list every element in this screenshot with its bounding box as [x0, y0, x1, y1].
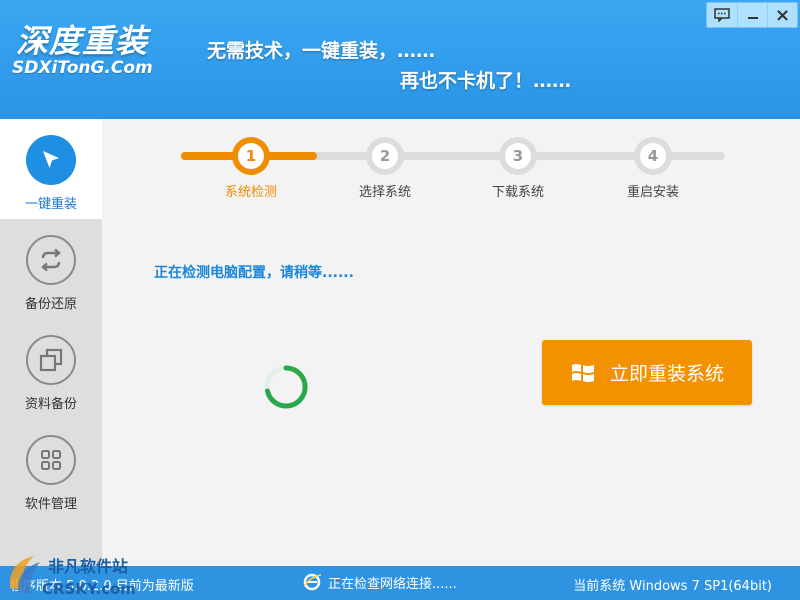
close-icon: ×: [774, 4, 791, 26]
step-restart-install: 4 重启安装: [593, 137, 713, 200]
close-button[interactable]: ×: [767, 3, 797, 27]
step-label: 重启安装: [626, 185, 679, 200]
status-bar: 程序版本 5.0.2.0 目前为最新版 正在检查网络连接...... 当前系统 …: [0, 566, 800, 600]
feedback-button[interactable]: [707, 3, 737, 27]
step-number: 1: [238, 143, 264, 169]
app-logo-subtitle: SDXiTonG.Com: [12, 58, 153, 78]
step-number: 4: [640, 143, 666, 169]
step-label: 选择系统: [358, 185, 411, 200]
step-system-check: 1 系统检测: [191, 137, 311, 200]
minimize-icon: [747, 17, 758, 19]
step-label: 系统检测: [224, 185, 277, 200]
step-circle: 1: [232, 137, 270, 175]
main-panel: 1 系统检测 2 选择系统 3 下载系统 4 重启安装 正在检测电脑配置，请稍等…: [102, 119, 800, 566]
sidebar-item-label: 备份还原: [24, 297, 77, 312]
slogan-line-1: 无需技术，一键重装，……: [207, 40, 436, 62]
step-number: 3: [505, 143, 531, 169]
sync-arrows-icon: [26, 235, 76, 285]
step-circle: 4: [634, 137, 672, 175]
windows-logo-icon: [571, 363, 594, 382]
network-status-text: 正在检查网络连接......: [328, 576, 457, 592]
version-status-text: 程序版本 5.0.2.0 目前为最新版: [10, 579, 194, 594]
grid-icon: [26, 435, 76, 485]
cursor-arrow-icon: [26, 135, 76, 185]
detection-status-text: 正在检测电脑配置，请稍等......: [154, 265, 354, 281]
step-number: 2: [372, 143, 398, 169]
copy-icon: [26, 335, 76, 385]
current-system-text: 当前系统 Windows 7 SP1(64bit): [573, 579, 772, 594]
app-logo-title: 深度重装: [16, 22, 149, 60]
reinstall-button-label: 立即重装系统: [609, 363, 724, 385]
sidebar-item-data-backup[interactable]: 资料备份: [0, 319, 102, 419]
step-circle: 2: [366, 137, 404, 175]
network-status: 正在检查网络连接......: [302, 572, 457, 592]
ie-browser-icon: [303, 573, 322, 591]
step-circle: 3: [499, 137, 537, 175]
sidebar-item-software-management[interactable]: 软件管理: [0, 419, 102, 519]
minimize-button[interactable]: [737, 3, 767, 27]
sidebar: 一键重装 备份还原 资料备份 软件管理: [0, 119, 102, 566]
sidebar-item-one-click-reinstall[interactable]: 一键重装: [0, 119, 102, 219]
step-download-system: 3 下载系统: [458, 137, 578, 200]
step-select-system: 2 选择系统: [325, 137, 445, 200]
loading-spinner-icon: [262, 363, 310, 411]
sidebar-item-label: 一键重装: [24, 197, 77, 212]
header: 深度重装 SDXiTonG.Com 无需技术，一键重装，…… 再也不卡机了！………: [0, 0, 800, 119]
feedback-icon: [714, 8, 730, 22]
sidebar-item-label: 资料备份: [24, 397, 77, 412]
slogan-line-2: 再也不卡机了！……: [400, 70, 572, 92]
step-progress: 1 系统检测 2 选择系统 3 下载系统 4 重启安装: [102, 119, 800, 209]
window-controls: ×: [706, 2, 798, 28]
sidebar-item-backup-restore[interactable]: 备份还原: [0, 219, 102, 319]
sidebar-item-label: 软件管理: [24, 497, 77, 512]
step-label: 下载系统: [491, 185, 544, 200]
reinstall-system-button[interactable]: 立即重装系统: [542, 340, 752, 405]
